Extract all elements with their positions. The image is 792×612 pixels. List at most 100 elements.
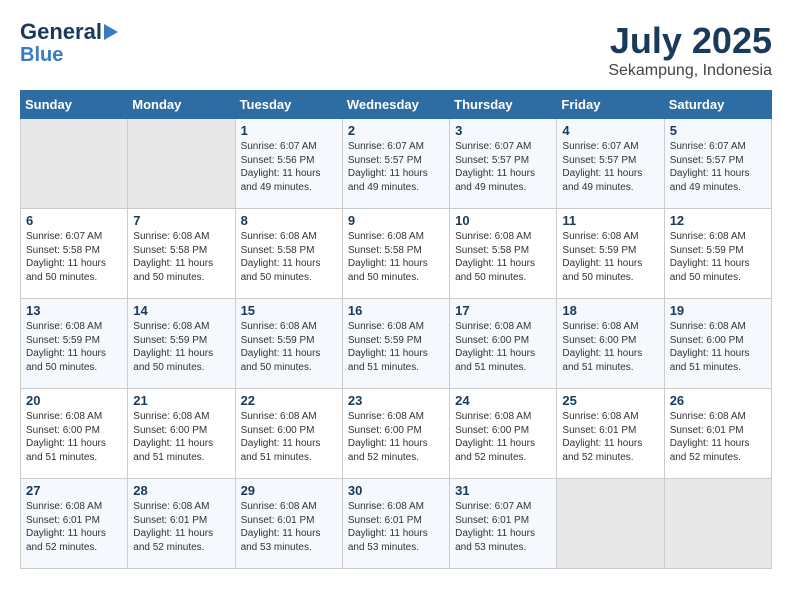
- day-number: 10: [455, 213, 551, 228]
- calendar-cell: 16 Sunrise: 6:08 AM Sunset: 5:59 PM Dayli…: [342, 299, 449, 389]
- month-title: July 2025: [608, 20, 772, 62]
- day-number: 17: [455, 303, 551, 318]
- day-number: 2: [348, 123, 444, 138]
- day-info: Sunrise: 6:07 AM Sunset: 5:57 PM Dayligh…: [670, 140, 766, 194]
- calendar-cell: 17 Sunrise: 6:08 AM Sunset: 6:00 PM Dayli…: [450, 299, 557, 389]
- calendar-cell: 20 Sunrise: 6:08 AM Sunset: 6:00 PM Dayli…: [21, 389, 128, 479]
- day-info: Sunrise: 6:07 AM Sunset: 5:57 PM Dayligh…: [455, 140, 551, 194]
- calendar-cell: [664, 479, 771, 569]
- weekday-header-monday: Monday: [128, 91, 235, 119]
- weekday-header-sunday: Sunday: [21, 91, 128, 119]
- day-number: 16: [348, 303, 444, 318]
- day-number: 8: [241, 213, 337, 228]
- day-number: 21: [133, 393, 229, 408]
- day-info: Sunrise: 6:07 AM Sunset: 5:57 PM Dayligh…: [562, 140, 658, 194]
- day-info: Sunrise: 6:07 AM Sunset: 6:01 PM Dayligh…: [455, 500, 551, 554]
- calendar-cell: 2Sunrise: 6:07 AM Sunset: 5:57 PM Daylig…: [342, 119, 449, 209]
- day-number: 25: [562, 393, 658, 408]
- calendar-cell: [128, 119, 235, 209]
- day-number: 12: [670, 213, 766, 228]
- day-number: 26: [670, 393, 766, 408]
- calendar-cell: 23 Sunrise: 6:08 AM Sunset: 6:00 PM Dayli…: [342, 389, 449, 479]
- calendar-cell: 19 Sunrise: 6:08 AM Sunset: 6:00 PM Dayli…: [664, 299, 771, 389]
- calendar-cell: 13 Sunrise: 6:08 AM Sunset: 5:59 PM Dayli…: [21, 299, 128, 389]
- day-info: Sunrise: 6:08 AM Sunset: 6:01 PM Dayligh…: [26, 500, 122, 554]
- day-info: Sunrise: 6:08 AM Sunset: 6:00 PM Dayligh…: [133, 410, 229, 464]
- day-info: Sunrise: 6:08 AM Sunset: 6:00 PM Dayligh…: [670, 320, 766, 374]
- day-info: Sunrise: 6:08 AM Sunset: 5:59 PM Dayligh…: [670, 230, 766, 284]
- weekday-header-tuesday: Tuesday: [235, 91, 342, 119]
- calendar-cell: 11Sunrise: 6:08 AM Sunset: 5:59 PM Dayli…: [557, 209, 664, 299]
- calendar-cell: 18 Sunrise: 6:08 AM Sunset: 6:00 PM Dayli…: [557, 299, 664, 389]
- logo-arrow-icon: [104, 24, 118, 40]
- calendar-cell: 8 Sunrise: 6:08 AM Sunset: 5:58 PM Daylig…: [235, 209, 342, 299]
- weekday-header-thursday: Thursday: [450, 91, 557, 119]
- calendar-table: SundayMondayTuesdayWednesdayThursdayFrid…: [20, 90, 772, 569]
- logo-text-blue: Blue: [20, 44, 63, 66]
- calendar-cell: 4 Sunrise: 6:07 AM Sunset: 5:57 PM Daylig…: [557, 119, 664, 209]
- logo: General Blue: [20, 20, 118, 66]
- calendar-cell: 30Sunrise: 6:08 AM Sunset: 6:01 PM Dayli…: [342, 479, 449, 569]
- calendar-cell: 31 Sunrise: 6:07 AM Sunset: 6:01 PM Dayli…: [450, 479, 557, 569]
- calendar-cell: 24 Sunrise: 6:08 AM Sunset: 6:00 PM Dayli…: [450, 389, 557, 479]
- day-info: Sunrise: 6:08 AM Sunset: 5:58 PM Dayligh…: [133, 230, 229, 284]
- day-number: 24: [455, 393, 551, 408]
- calendar-cell: 1Sunrise: 6:07 AM Sunset: 5:56 PM Daylig…: [235, 119, 342, 209]
- day-info: Sunrise: 6:08 AM Sunset: 6:01 PM Dayligh…: [562, 410, 658, 464]
- calendar-cell: 25 Sunrise: 6:08 AM Sunset: 6:01 PM Dayli…: [557, 389, 664, 479]
- day-number: 29: [241, 483, 337, 498]
- day-info: Sunrise: 6:07 AM Sunset: 5:58 PM Dayligh…: [26, 230, 122, 284]
- day-number: 18: [562, 303, 658, 318]
- calendar-cell: 14 Sunrise: 6:08 AM Sunset: 5:59 PM Dayli…: [128, 299, 235, 389]
- day-info: Sunrise: 6:08 AM Sunset: 6:01 PM Dayligh…: [133, 500, 229, 554]
- day-info: Sunrise: 6:08 AM Sunset: 5:58 PM Dayligh…: [241, 230, 337, 284]
- day-number: 28: [133, 483, 229, 498]
- day-info: Sunrise: 6:08 AM Sunset: 6:00 PM Dayligh…: [348, 410, 444, 464]
- calendar-cell: 22 Sunrise: 6:08 AM Sunset: 6:00 PM Dayli…: [235, 389, 342, 479]
- calendar-cell: 28 Sunrise: 6:08 AM Sunset: 6:01 PM Dayli…: [128, 479, 235, 569]
- calendar-cell: 10Sunrise: 6:08 AM Sunset: 5:58 PM Dayli…: [450, 209, 557, 299]
- location-title: Sekampung, Indonesia: [608, 62, 772, 80]
- day-number: 6: [26, 213, 122, 228]
- page-header: General Blue July 2025 Sekampung, Indone…: [20, 20, 772, 80]
- day-number: 20: [26, 393, 122, 408]
- calendar-cell: 29 Sunrise: 6:08 AM Sunset: 6:01 PM Dayli…: [235, 479, 342, 569]
- day-number: 9: [348, 213, 444, 228]
- calendar-cell: 15Sunrise: 6:08 AM Sunset: 5:59 PM Dayli…: [235, 299, 342, 389]
- day-number: 5: [670, 123, 766, 138]
- day-number: 23: [348, 393, 444, 408]
- day-info: Sunrise: 6:08 AM Sunset: 6:00 PM Dayligh…: [26, 410, 122, 464]
- day-info: Sunrise: 6:08 AM Sunset: 6:00 PM Dayligh…: [241, 410, 337, 464]
- day-number: 14: [133, 303, 229, 318]
- calendar-cell: 12 Sunrise: 6:08 AM Sunset: 5:59 PM Dayli…: [664, 209, 771, 299]
- day-number: 13: [26, 303, 122, 318]
- day-number: 7: [133, 213, 229, 228]
- calendar-cell: [21, 119, 128, 209]
- day-info: Sunrise: 6:08 AM Sunset: 6:00 PM Dayligh…: [455, 410, 551, 464]
- day-info: Sunrise: 6:08 AM Sunset: 6:00 PM Dayligh…: [455, 320, 551, 374]
- day-info: Sunrise: 6:08 AM Sunset: 6:01 PM Dayligh…: [348, 500, 444, 554]
- day-number: 19: [670, 303, 766, 318]
- calendar-cell: 5 Sunrise: 6:07 AM Sunset: 5:57 PM Daylig…: [664, 119, 771, 209]
- day-info: Sunrise: 6:08 AM Sunset: 5:59 PM Dayligh…: [133, 320, 229, 374]
- day-number: 4: [562, 123, 658, 138]
- day-info: Sunrise: 6:07 AM Sunset: 5:56 PM Dayligh…: [241, 140, 337, 194]
- logo-text-general: General: [20, 20, 102, 44]
- calendar-cell: 26Sunrise: 6:08 AM Sunset: 6:01 PM Dayli…: [664, 389, 771, 479]
- day-info: Sunrise: 6:08 AM Sunset: 6:01 PM Dayligh…: [241, 500, 337, 554]
- day-info: Sunrise: 6:08 AM Sunset: 5:58 PM Dayligh…: [348, 230, 444, 284]
- day-number: 15: [241, 303, 337, 318]
- calendar-cell: 3Sunrise: 6:07 AM Sunset: 5:57 PM Daylig…: [450, 119, 557, 209]
- day-number: 27: [26, 483, 122, 498]
- day-info: Sunrise: 6:08 AM Sunset: 5:59 PM Dayligh…: [26, 320, 122, 374]
- weekday-header-friday: Friday: [557, 91, 664, 119]
- title-block: July 2025 Sekampung, Indonesia: [608, 20, 772, 80]
- calendar-cell: [557, 479, 664, 569]
- day-info: Sunrise: 6:08 AM Sunset: 5:59 PM Dayligh…: [562, 230, 658, 284]
- calendar-cell: 6 Sunrise: 6:07 AM Sunset: 5:58 PM Daylig…: [21, 209, 128, 299]
- day-info: Sunrise: 6:08 AM Sunset: 6:00 PM Dayligh…: [562, 320, 658, 374]
- day-number: 22: [241, 393, 337, 408]
- weekday-header-wednesday: Wednesday: [342, 91, 449, 119]
- day-number: 31: [455, 483, 551, 498]
- day-info: Sunrise: 6:08 AM Sunset: 5:59 PM Dayligh…: [348, 320, 444, 374]
